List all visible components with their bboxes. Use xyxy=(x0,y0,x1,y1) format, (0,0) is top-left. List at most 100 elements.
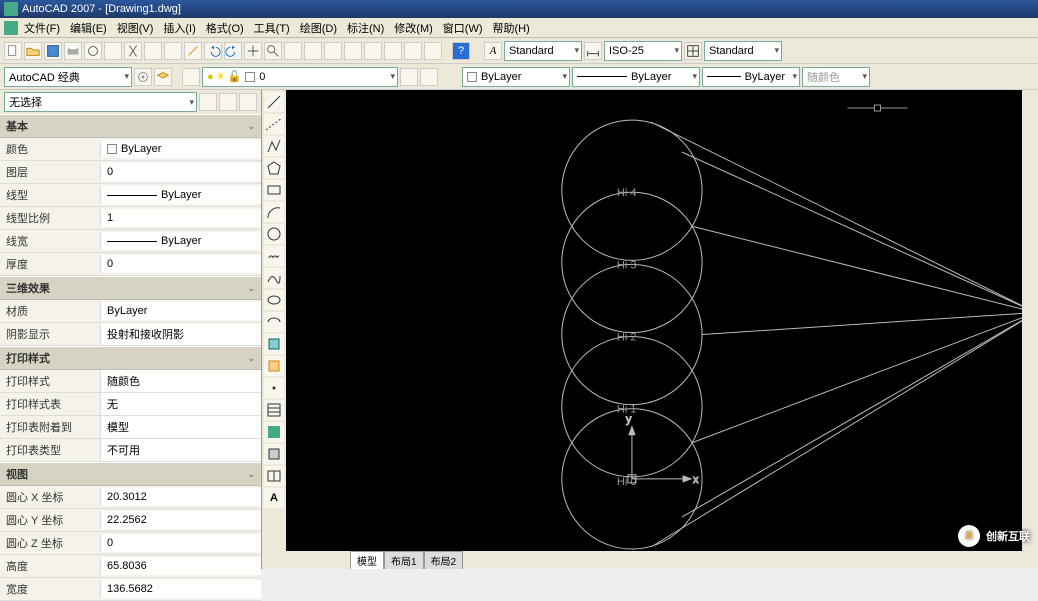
help-icon[interactable]: ? xyxy=(452,42,470,60)
selection-combo[interactable]: 无选择 xyxy=(4,92,197,112)
prop-value[interactable]: 1 xyxy=(100,209,261,227)
tab-layout1[interactable]: 布局1 xyxy=(384,551,424,569)
menu-help[interactable]: 帮助(H) xyxy=(493,20,530,36)
publish-icon[interactable] xyxy=(104,42,122,60)
polyline-icon[interactable] xyxy=(264,136,284,156)
rectangle-icon[interactable] xyxy=(264,180,284,200)
zoom-window-icon[interactable] xyxy=(284,42,302,60)
prop-row[interactable]: 圆心 Z 坐标0 xyxy=(0,532,261,555)
redo-icon[interactable] xyxy=(224,42,242,60)
prop-value[interactable]: ByLayer xyxy=(100,232,261,250)
drawing-area[interactable]: Hi 4 Hi 3 Hi 2 Hi 1 Hi 0 x y xyxy=(286,90,1038,569)
sheet-set-icon[interactable] xyxy=(384,42,402,60)
menu-view[interactable]: 视图(V) xyxy=(117,20,154,36)
make-block-icon[interactable] xyxy=(264,356,284,376)
qcalc-icon[interactable] xyxy=(424,42,442,60)
arc-icon[interactable] xyxy=(264,202,284,222)
properties-icon[interactable] xyxy=(324,42,342,60)
layer-previous-icon[interactable] xyxy=(400,68,418,86)
menu-window[interactable]: 窗口(W) xyxy=(443,20,483,36)
markup-icon[interactable] xyxy=(404,42,422,60)
prop-value[interactable]: 不可用 xyxy=(100,439,261,461)
dim-style-combo[interactable]: ISO-25 xyxy=(604,41,682,61)
region-icon[interactable] xyxy=(264,444,284,464)
design-center-icon[interactable] xyxy=(344,42,362,60)
tab-model[interactable]: 模型 xyxy=(350,551,384,569)
tab-layout2[interactable]: 布局2 xyxy=(424,551,464,569)
select-objects-icon[interactable] xyxy=(219,93,237,111)
table-style-icon[interactable] xyxy=(684,42,702,60)
menu-modify[interactable]: 修改(M) xyxy=(394,20,433,36)
plot-preview-icon[interactable] xyxy=(84,42,102,60)
prop-value[interactable]: ByLayer xyxy=(100,140,261,158)
spline-icon[interactable] xyxy=(264,268,284,288)
open-icon[interactable] xyxy=(24,42,42,60)
point-icon[interactable] xyxy=(264,378,284,398)
copy-icon[interactable] xyxy=(144,42,162,60)
prop-value[interactable]: 0 xyxy=(100,255,261,273)
cut-icon[interactable] xyxy=(124,42,142,60)
menu-file[interactable]: 文件(F) xyxy=(24,20,60,36)
quick-select-icon[interactable] xyxy=(239,93,257,111)
prop-row[interactable]: 打印样式随颜色 xyxy=(0,370,261,393)
mtext-icon[interactable]: A xyxy=(264,488,284,508)
section-3d[interactable]: 三维效果⌄ xyxy=(0,276,261,300)
match-prop-icon[interactable] xyxy=(184,42,202,60)
text-style-icon[interactable]: A xyxy=(484,42,502,60)
prop-row[interactable]: 线宽ByLayer xyxy=(0,230,261,253)
table-icon[interactable] xyxy=(264,466,284,486)
prop-value[interactable]: 0 xyxy=(100,534,261,552)
line-icon[interactable] xyxy=(264,92,284,112)
pan-icon[interactable] xyxy=(244,42,262,60)
layer-properties-icon[interactable] xyxy=(154,68,172,86)
prop-row[interactable]: 圆心 Y 坐标22.2562 xyxy=(0,509,261,532)
undo-icon[interactable] xyxy=(204,42,222,60)
workspace-settings-icon[interactable] xyxy=(134,68,152,86)
linetype-combo[interactable]: ByLayer xyxy=(572,67,700,87)
layer-states-icon[interactable] xyxy=(420,68,438,86)
layer-filter-icon[interactable] xyxy=(182,68,200,86)
prop-row[interactable]: 线型比例1 xyxy=(0,207,261,230)
prop-value[interactable]: 136.5682 xyxy=(100,580,261,598)
menu-insert[interactable]: 插入(I) xyxy=(163,20,195,36)
prop-row[interactable]: 材质ByLayer xyxy=(0,300,261,323)
save-icon[interactable] xyxy=(44,42,62,60)
revision-cloud-icon[interactable] xyxy=(264,246,284,266)
ellipse-icon[interactable] xyxy=(264,290,284,310)
prop-row[interactable]: 打印表类型不可用 xyxy=(0,439,261,462)
hatch-icon[interactable] xyxy=(264,400,284,420)
prop-row[interactable]: 宽度136.5682 xyxy=(0,578,261,601)
text-style-combo[interactable]: Standard xyxy=(504,41,582,61)
menu-edit[interactable]: 编辑(E) xyxy=(70,20,107,36)
gradient-icon[interactable] xyxy=(264,422,284,442)
prop-value[interactable]: 无 xyxy=(100,393,261,415)
prop-row[interactable]: 颜色ByLayer xyxy=(0,138,261,161)
lineweight-combo[interactable]: ByLayer xyxy=(702,67,800,87)
plotstyle-combo[interactable]: 随颜色 xyxy=(802,67,870,87)
print-icon[interactable] xyxy=(64,42,82,60)
menu-format[interactable]: 格式(O) xyxy=(206,20,244,36)
prop-value[interactable]: ByLayer xyxy=(100,186,261,204)
zoom-realtime-icon[interactable] xyxy=(264,42,282,60)
toggle-pickadd-icon[interactable] xyxy=(199,93,217,111)
ellipse-arc-icon[interactable] xyxy=(264,312,284,332)
section-view[interactable]: 视图⌄ xyxy=(0,462,261,486)
tool-palettes-icon[interactable] xyxy=(364,42,382,60)
prop-row[interactable]: 图层0 xyxy=(0,161,261,184)
prop-value[interactable]: 20.3012 xyxy=(100,488,261,506)
circle-icon[interactable] xyxy=(264,224,284,244)
table-style-combo[interactable]: Standard xyxy=(704,41,782,61)
prop-row[interactable]: 厚度0 xyxy=(0,253,261,276)
prop-row[interactable]: 阴影显示投射和接收阴影 xyxy=(0,323,261,346)
workspace-combo[interactable]: AutoCAD 经典 xyxy=(4,67,132,87)
insert-block-icon[interactable] xyxy=(264,334,284,354)
section-basic[interactable]: 基本⌄ xyxy=(0,114,261,138)
prop-row[interactable]: 打印表附着到模型 xyxy=(0,416,261,439)
polygon-icon[interactable] xyxy=(264,158,284,178)
prop-value[interactable]: 投射和接收阴影 xyxy=(100,323,261,345)
zoom-previous-icon[interactable] xyxy=(304,42,322,60)
prop-value[interactable]: 22.2562 xyxy=(100,511,261,529)
construction-line-icon[interactable] xyxy=(264,114,284,134)
prop-row[interactable]: 圆心 X 坐标20.3012 xyxy=(0,486,261,509)
menu-tools[interactable]: 工具(T) xyxy=(254,20,290,36)
